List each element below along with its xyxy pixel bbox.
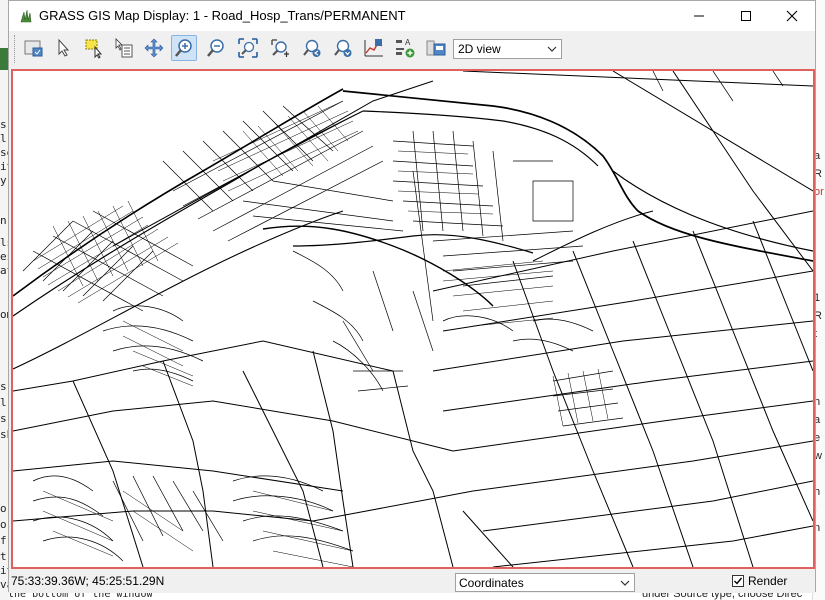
close-icon xyxy=(786,10,798,22)
zoom-menu-icon xyxy=(334,39,352,57)
query-button[interactable] xyxy=(111,35,137,61)
render-checkbox[interactable] xyxy=(732,575,744,587)
road-network-map[interactable] xyxy=(13,71,813,567)
zoom-out-button[interactable] xyxy=(203,35,229,61)
zoom-region-icon xyxy=(271,39,289,57)
bg-text: l xyxy=(0,396,7,409)
bg-text: y xyxy=(0,174,7,187)
overlay-icon: A xyxy=(396,38,415,58)
zoom-menu-button[interactable] xyxy=(330,35,356,61)
zoom-region-button[interactable] xyxy=(267,35,293,61)
select-button[interactable] xyxy=(81,35,107,61)
analyze-icon xyxy=(364,39,383,57)
title-bar[interactable]: GRASS GIS Map Display: 1 - Road_Hosp_Tra… xyxy=(9,1,815,31)
zoom-in-icon xyxy=(175,39,192,57)
zoom-back-button[interactable] xyxy=(299,35,325,61)
save-image-icon xyxy=(426,40,446,56)
coordinates-readout: 75:33:39.36W; 45:25:51.29N xyxy=(11,574,165,588)
pointer-button[interactable] xyxy=(51,35,77,61)
map-canvas[interactable] xyxy=(11,69,815,569)
bg-text: f xyxy=(0,534,7,547)
bg-text: o xyxy=(0,502,7,515)
statusbar-mode-value: Coordinates xyxy=(459,575,524,590)
query-icon xyxy=(115,38,133,58)
analyze-button[interactable] xyxy=(361,35,387,61)
bg-text: o xyxy=(0,518,7,531)
grass-logo-icon xyxy=(20,9,32,23)
pan-icon xyxy=(144,38,164,58)
window-title: GRASS GIS Map Display: 1 - Road_Hosp_Tra… xyxy=(39,8,406,23)
toolbar-grip[interactable] xyxy=(14,35,18,63)
select-icon xyxy=(85,39,103,59)
zoom-in-button[interactable] xyxy=(171,35,197,61)
pointer-icon xyxy=(58,38,70,57)
zoom-extent-icon xyxy=(238,38,258,58)
status-bar: 75:33:39.36W; 45:25:51.29N Coordinates R… xyxy=(9,571,815,593)
close-button[interactable] xyxy=(769,1,815,31)
bg-text: s xyxy=(0,118,7,131)
display-map-icon xyxy=(24,40,43,57)
zoom-out-icon xyxy=(207,39,224,57)
maximize-button[interactable] xyxy=(723,1,769,31)
maximize-icon xyxy=(741,11,751,21)
svg-text:A: A xyxy=(405,38,411,47)
pan-button[interactable] xyxy=(141,35,167,61)
bg-text: s xyxy=(0,380,7,393)
display-map-button[interactable] xyxy=(21,35,47,61)
overlay-button[interactable]: A xyxy=(392,35,418,61)
bg-text: t xyxy=(0,550,7,563)
minimize-icon xyxy=(694,15,704,17)
chevron-down-icon xyxy=(547,46,557,52)
chevron-down-icon xyxy=(620,580,630,586)
render-label: Render xyxy=(748,574,788,588)
bg-text: n xyxy=(0,214,7,227)
minimize-button[interactable] xyxy=(676,1,722,31)
zoom-back-icon xyxy=(303,39,321,57)
render-toggle[interactable]: Render xyxy=(732,574,787,588)
map-toolbar: A xyxy=(9,31,815,69)
view-mode-select[interactable]: 2D view xyxy=(453,39,562,59)
checkmark-icon xyxy=(734,577,743,585)
map-display-window: GRASS GIS Map Display: 1 - Road_Hosp_Tra… xyxy=(8,0,816,593)
bg-text: s xyxy=(0,412,7,425)
bg-text: l xyxy=(0,132,7,145)
save-image-button[interactable] xyxy=(423,35,449,61)
view-mode-value: 2D view xyxy=(458,42,501,56)
zoom-extent-button[interactable] xyxy=(235,35,261,61)
statusbar-mode-select[interactable]: Coordinates xyxy=(455,573,635,592)
